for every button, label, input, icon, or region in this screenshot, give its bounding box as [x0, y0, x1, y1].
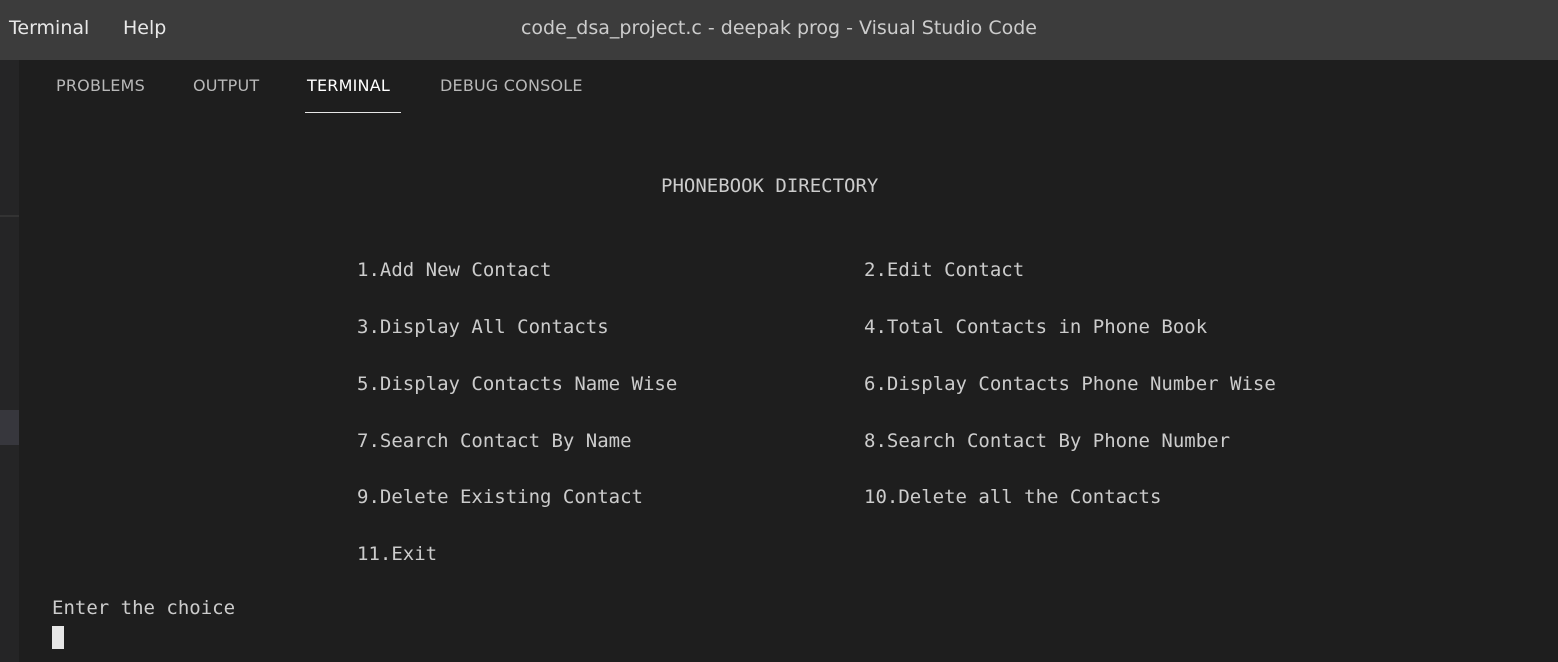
- menu-option: 3.Display All Contacts: [357, 316, 609, 338]
- tab-problems[interactable]: PROBLEMS: [56, 76, 145, 95]
- menu-option: 8.Search Contact By Phone Number: [864, 430, 1231, 452]
- sidebar-edge: [0, 60, 19, 662]
- window-title: code_dsa_project.c - deepak prog - Visua…: [520, 17, 1037, 39]
- tab-debug-console[interactable]: DEBUG CONSOLE: [440, 76, 583, 95]
- menu-option: 2.Edit Contact: [864, 259, 1025, 281]
- sidebar-highlight: [0, 410, 19, 445]
- menu-option: 7.Search Contact By Name: [357, 430, 632, 452]
- tab-terminal[interactable]: TERMINAL: [307, 76, 390, 95]
- title-bar: Terminal Help code_dsa_project.c - deepa…: [0, 0, 1558, 60]
- sidebar-divider: [0, 215, 19, 217]
- menu-option: 10.Delete all the Contacts: [864, 486, 1162, 508]
- terminal-cursor: [52, 626, 64, 649]
- menu-option: 6.Display Contacts Phone Number Wise: [864, 373, 1276, 395]
- active-tab-indicator: [305, 112, 401, 113]
- terminal-heading: PHONEBOOK DIRECTORY: [661, 175, 879, 197]
- menu-option: 5.Display Contacts Name Wise: [357, 373, 678, 395]
- terminal-prompt: Enter the choice: [52, 597, 236, 619]
- menu-option: 1.Add New Contact: [357, 259, 552, 281]
- menu-option: 4.Total Contacts in Phone Book: [864, 316, 1208, 338]
- menu-option: 11.Exit: [357, 543, 438, 565]
- tab-output[interactable]: OUTPUT: [193, 76, 259, 95]
- menu-option: 9.Delete Existing Contact: [357, 486, 643, 508]
